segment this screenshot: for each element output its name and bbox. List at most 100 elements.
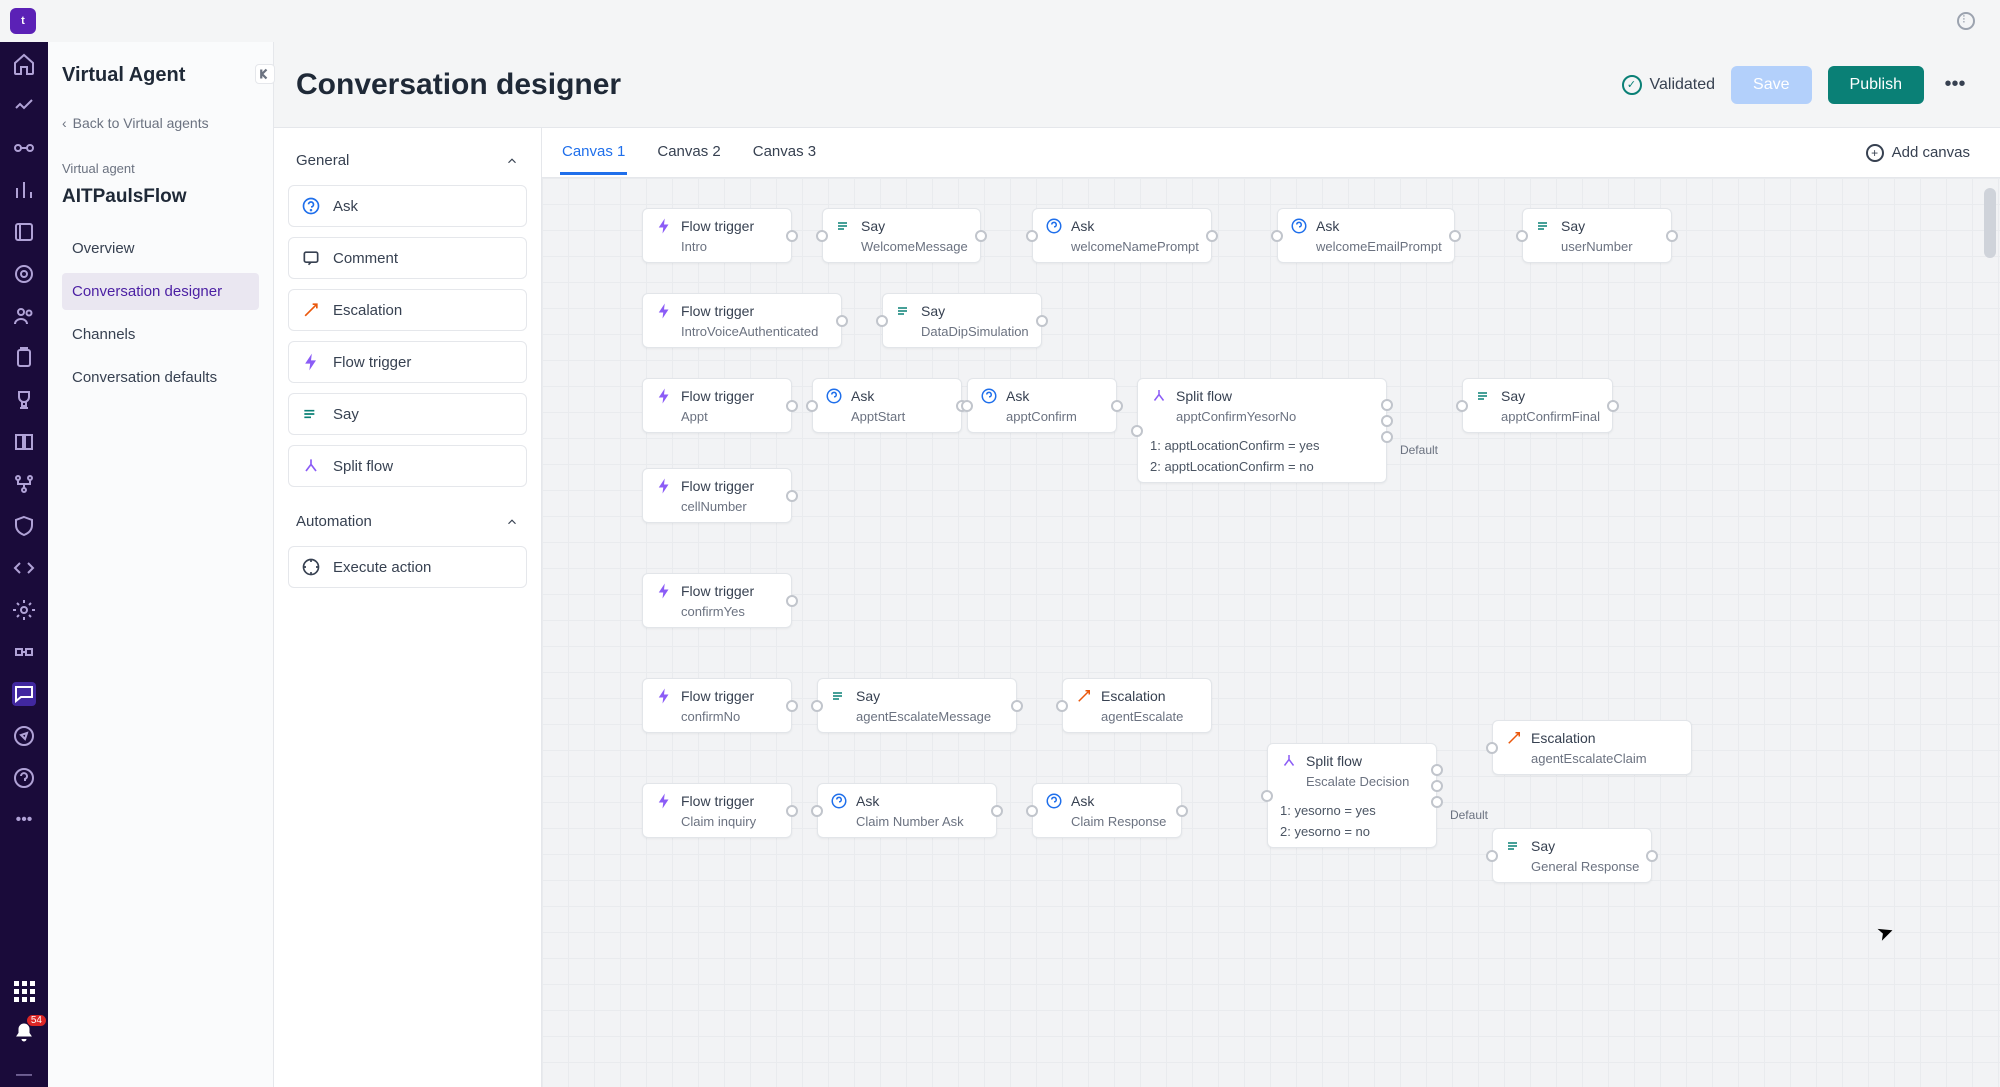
connections-icon[interactable] bbox=[12, 136, 36, 160]
node-split-flow[interactable]: Split flow Escalate Decision 1: yesorno … bbox=[1267, 743, 1437, 848]
devops-icon[interactable] bbox=[12, 640, 36, 664]
sidebar-item-conversation-designer[interactable]: Conversation designer bbox=[62, 273, 259, 310]
ask-icon bbox=[825, 387, 843, 405]
node-say[interactable]: Say apptConfirmFinal bbox=[1462, 378, 1613, 433]
node-ask[interactable]: Ask Claim Response bbox=[1032, 783, 1182, 838]
node-type-label: Say bbox=[921, 303, 945, 319]
stats-icon[interactable] bbox=[12, 178, 36, 202]
library-icon[interactable] bbox=[12, 220, 36, 244]
palette-item-split-flow[interactable]: Split flow bbox=[288, 445, 527, 487]
palette-group-label: Automation bbox=[296, 513, 372, 530]
home-icon[interactable] bbox=[12, 52, 36, 76]
sidebar-item-conversation-defaults[interactable]: Conversation defaults bbox=[62, 359, 259, 396]
target-icon[interactable] bbox=[12, 262, 36, 286]
palette-item-label: Ask bbox=[333, 198, 358, 215]
collapse-sidebar-button[interactable] bbox=[255, 64, 275, 84]
flow-trigger-icon bbox=[301, 352, 321, 372]
node-say[interactable]: Say DataDipSimulation bbox=[882, 293, 1042, 348]
node-flow-trigger[interactable]: Flow trigger IntroVoiceAuthenticated bbox=[642, 293, 842, 348]
app-logo[interactable]: t bbox=[10, 8, 36, 34]
node-escalation[interactable]: Escalation agentEscalateClaim bbox=[1492, 720, 1692, 775]
flow-canvas[interactable]: Flow trigger Intro Say WelcomeMessage As… bbox=[542, 178, 2000, 1087]
secondary-sidebar: Virtual Agent ‹ Back to Virtual agents V… bbox=[48, 42, 274, 1087]
book-icon[interactable] bbox=[12, 430, 36, 454]
shield-icon[interactable] bbox=[12, 514, 36, 538]
palette-item-flow-trigger[interactable]: Flow trigger bbox=[288, 341, 527, 383]
clipboard-icon[interactable] bbox=[12, 346, 36, 370]
compass-icon[interactable] bbox=[12, 724, 36, 748]
users-icon[interactable] bbox=[12, 304, 36, 328]
node-flow-trigger[interactable]: Flow trigger Appt bbox=[642, 378, 792, 433]
palette-item-ask[interactable]: Ask bbox=[288, 185, 527, 227]
node-name: welcomeNamePrompt bbox=[1071, 239, 1199, 254]
scrollbar[interactable] bbox=[1984, 188, 1996, 1077]
node-name: welcomeEmailPrompt bbox=[1316, 239, 1442, 254]
node-type-label: Ask bbox=[1071, 793, 1094, 809]
config-icon[interactable] bbox=[12, 598, 36, 622]
palette-group-header-automation[interactable]: Automation bbox=[288, 507, 527, 536]
say-icon bbox=[835, 217, 853, 235]
node-ask[interactable]: Ask ApptStart bbox=[812, 378, 962, 433]
back-link[interactable]: ‹ Back to Virtual agents bbox=[62, 115, 259, 131]
add-canvas-button[interactable]: + Add canvas bbox=[1866, 144, 1970, 162]
node-type-label: Say bbox=[1531, 838, 1555, 854]
palette-item-escalation[interactable]: Escalation bbox=[288, 289, 527, 331]
apps-launcher-icon[interactable] bbox=[12, 979, 36, 1003]
ask-icon bbox=[301, 196, 321, 216]
sidebar-category-label: Virtual agent bbox=[62, 161, 259, 176]
palette-item-execute-action[interactable]: Execute action bbox=[288, 546, 527, 588]
node-flow-trigger[interactable]: Flow trigger confirmNo bbox=[642, 678, 792, 733]
node-flow-trigger[interactable]: Flow trigger cellNumber bbox=[642, 468, 792, 523]
analytics-icon[interactable] bbox=[12, 94, 36, 118]
node-say[interactable]: Say userNumber bbox=[1522, 208, 1672, 263]
branch-icon[interactable] bbox=[12, 472, 36, 496]
publish-button[interactable]: Publish bbox=[1828, 66, 1924, 104]
chat-icon[interactable] bbox=[12, 682, 36, 706]
node-say[interactable]: Say agentEscalateMessage bbox=[817, 678, 1017, 733]
node-type-label: Flow trigger bbox=[681, 478, 754, 494]
more-actions-button[interactable]: ••• bbox=[1940, 70, 1970, 100]
chevron-up-icon bbox=[505, 154, 519, 168]
sidebar-item-channels[interactable]: Channels bbox=[62, 316, 259, 353]
trophy-icon[interactable] bbox=[12, 388, 36, 412]
add-canvas-label: Add canvas bbox=[1892, 144, 1970, 161]
palette-item-say[interactable]: Say bbox=[288, 393, 527, 435]
notifications-icon[interactable]: 54 bbox=[12, 1021, 36, 1045]
node-type-label: Ask bbox=[1316, 218, 1339, 234]
say-icon bbox=[1535, 217, 1553, 235]
node-name: agentEscalateMessage bbox=[856, 709, 1004, 724]
comment-icon bbox=[301, 248, 321, 268]
page-title: Conversation designer bbox=[296, 68, 621, 102]
node-flow-trigger[interactable]: Flow trigger Intro bbox=[642, 208, 792, 263]
node-name: apptConfirmFinal bbox=[1501, 409, 1600, 424]
node-split-flow[interactable]: Split flow apptConfirmYesorNo 1: apptLoc… bbox=[1137, 378, 1387, 483]
app-titlebar: t bbox=[0, 0, 2000, 42]
node-flow-trigger[interactable]: Flow trigger Claim inquiry bbox=[642, 783, 792, 838]
tab-canvas-2[interactable]: Canvas 2 bbox=[655, 131, 722, 175]
node-type-label: Say bbox=[861, 218, 885, 234]
node-ask[interactable]: Ask welcomeNamePrompt bbox=[1032, 208, 1212, 263]
preferences-icon[interactable] bbox=[1957, 12, 1975, 30]
split-rule-2: 2: yesorno = no bbox=[1280, 824, 1424, 839]
palette-group-header-general[interactable]: General bbox=[288, 146, 527, 175]
node-ask[interactable]: Ask apptConfirm bbox=[967, 378, 1117, 433]
node-type-label: Escalation bbox=[1531, 730, 1596, 746]
support-icon[interactable] bbox=[12, 766, 36, 790]
node-ask[interactable]: Ask welcomeEmailPrompt bbox=[1277, 208, 1455, 263]
split-rule-1: 1: apptLocationConfirm = yes bbox=[1150, 438, 1374, 453]
node-say[interactable]: Say General Response bbox=[1492, 828, 1652, 883]
say-icon bbox=[301, 404, 321, 424]
code-icon[interactable] bbox=[12, 556, 36, 580]
save-button[interactable]: Save bbox=[1731, 66, 1811, 104]
tab-canvas-3[interactable]: Canvas 3 bbox=[751, 131, 818, 175]
tab-canvas-1[interactable]: Canvas 1 bbox=[560, 131, 627, 175]
palette-group-automation: Automation Execute action bbox=[288, 507, 527, 588]
more-menu-icon[interactable]: ••• bbox=[12, 808, 36, 832]
node-ask[interactable]: Ask Claim Number Ask bbox=[817, 783, 997, 838]
palette-item-comment[interactable]: Comment bbox=[288, 237, 527, 279]
node-flow-trigger[interactable]: Flow trigger confirmYes bbox=[642, 573, 792, 628]
flow-trigger-icon bbox=[655, 477, 673, 495]
sidebar-item-overview[interactable]: Overview bbox=[62, 230, 259, 267]
node-escalation[interactable]: Escalation agentEscalate bbox=[1062, 678, 1212, 733]
node-say[interactable]: Say WelcomeMessage bbox=[822, 208, 981, 263]
